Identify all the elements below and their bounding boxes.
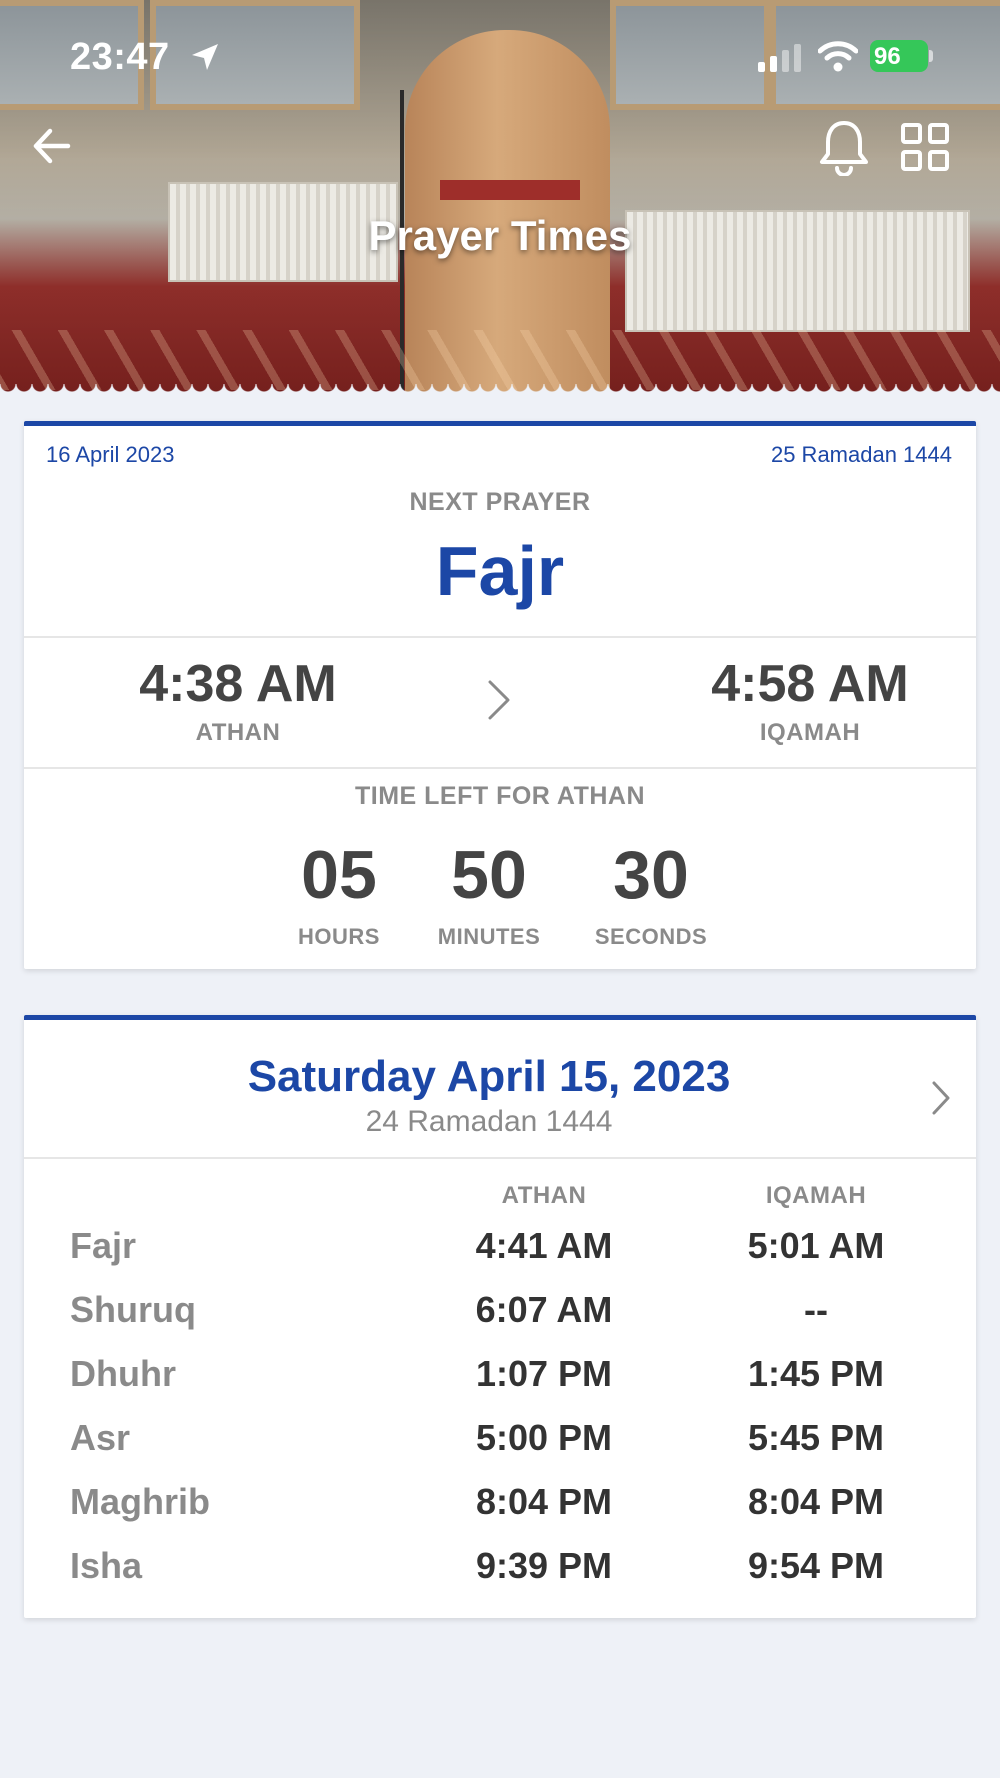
page-title: Prayer Times [368, 212, 632, 259]
prayer-name: Isha [70, 1545, 143, 1586]
grid-icon[interactable] [900, 122, 950, 172]
prayer-row-maghrib: Maghrib 8:04 PM 8:04 PM [24, 1481, 976, 1541]
prayer-iqamah-time: -- [804, 1289, 828, 1330]
status-bar: 23:47 96 [0, 0, 1000, 110]
prayer-athan-time: 8:04 PM [475, 1481, 613, 1522]
iqamah-time: 4:58 AM [711, 655, 909, 713]
athan-label: ATHAN [195, 719, 281, 746]
prayer-name: Shuruq [70, 1289, 196, 1330]
prayer-row-asr: Asr 5:00 PM 5:45 PM [24, 1417, 976, 1477]
bell-icon[interactable] [818, 118, 870, 176]
chevron-right-icon [488, 680, 510, 720]
prayer-iqamah-time: 9:54 PM [747, 1545, 885, 1586]
status-time: 23:47 [70, 36, 170, 78]
iqamah-label: IQAMAH [759, 719, 861, 746]
prayer-row-isha: Isha 9:39 PM 9:54 PM [24, 1545, 976, 1605]
location-arrow-icon [192, 44, 218, 70]
prayer-name: Fajr [70, 1225, 137, 1266]
countdown-hours: 05 [301, 837, 377, 913]
gregorian-date: 16 April 2023 [46, 442, 175, 467]
arrow-left-icon[interactable] [28, 122, 76, 170]
divider [24, 1157, 976, 1159]
prayer-iqamah-time: 5:45 PM [747, 1417, 885, 1458]
schedule-date-title: Saturday April 15, 2023 [247, 1052, 731, 1101]
prayer-iqamah-time: 1:45 PM [747, 1353, 885, 1394]
background-carpet [0, 330, 1000, 390]
prayer-row-shuruq: Shuruq 6:07 AM -- [24, 1289, 976, 1349]
header-banner: 23:47 96 Prayer Times [0, 0, 1000, 398]
battery-level: 96 [874, 43, 901, 70]
background-minbar-seat [440, 180, 580, 200]
countdown-minutes: 50 [451, 837, 527, 913]
countdown-seconds: 30 [613, 837, 689, 913]
prayer-row-dhuhr: Dhuhr 1:07 PM 1:45 PM [24, 1353, 976, 1413]
countdown-seconds-label: SECONDS [594, 924, 708, 949]
countdown-hours-label: HOURS [298, 924, 380, 949]
prayer-iqamah-time: 5:01 AM [747, 1225, 885, 1266]
hijri-date: 25 Ramadan 1444 [770, 442, 952, 467]
daily-schedule-card: Saturday April 15, 2023 24 Ramadan 1444 … [24, 1015, 976, 1618]
prayer-name: Maghrib [70, 1481, 210, 1522]
prayer-row-fajr: Fajr 4:41 AM 5:01 AM [24, 1225, 976, 1285]
column-header-athan: ATHAN [501, 1182, 587, 1209]
athan-time: 4:38 AM [139, 655, 337, 713]
countdown-label: TIME LEFT FOR ATHAN [354, 782, 646, 810]
schedule-hijri-date: 24 Ramadan 1444 [365, 1105, 613, 1138]
next-prayer-name: Fajr [435, 532, 565, 610]
prayer-athan-time: 5:00 PM [475, 1417, 613, 1458]
prayer-athan-time: 6:07 AM [475, 1289, 613, 1330]
divider [24, 767, 976, 769]
prayer-iqamah-time: 8:04 PM [747, 1481, 885, 1522]
prayer-athan-time: 1:07 PM [475, 1353, 613, 1394]
prayer-athan-time: 9:39 PM [475, 1545, 613, 1586]
chevron-right-icon[interactable] [929, 1078, 953, 1118]
prayer-athan-time: 4:41 AM [475, 1225, 613, 1266]
next-prayer-label: NEXT PRAYER [409, 488, 591, 516]
prayer-name: Asr [70, 1417, 131, 1458]
countdown-minutes-label: MINUTES [437, 924, 541, 949]
header-scalloped-edge [0, 384, 1000, 398]
battery-tip [929, 50, 933, 62]
wifi-icon [818, 41, 858, 72]
prayer-name: Dhuhr [70, 1353, 176, 1394]
cellular-signal-icon [758, 44, 801, 72]
battery-icon: 96 [870, 40, 934, 72]
next-prayer-card: 16 April 2023 25 Ramadan 1444 NEXT PRAYE… [24, 421, 976, 969]
divider [24, 636, 976, 638]
column-header-iqamah: IQAMAH [765, 1182, 867, 1209]
